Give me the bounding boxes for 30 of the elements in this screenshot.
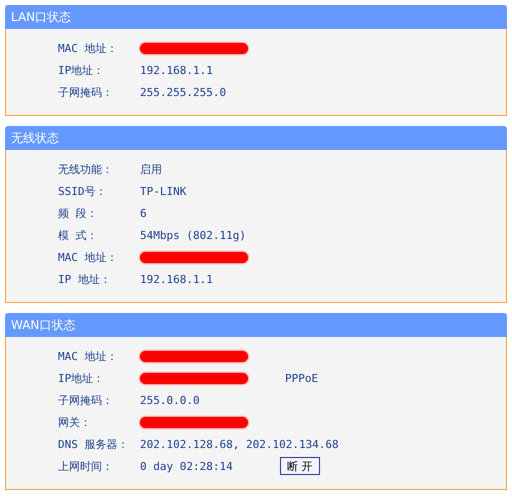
field-value: 6 <box>140 206 147 220</box>
field-value: 202.102.128.68, 202.102.134.68 <box>140 438 339 450</box>
field-label: 网关： <box>58 414 92 430</box>
field-label: 无线功能： <box>58 162 114 176</box>
field-label: MAC 地址： <box>58 348 118 364</box>
field-label: DNS 服务器： <box>58 436 130 452</box>
field-value: 255.255.255.0 <box>140 86 226 98</box>
field-value: 192.168.1.1 <box>140 64 213 76</box>
field-label: SSID号： <box>58 184 108 198</box>
field-label: 频 段： <box>58 206 99 220</box>
field-label: 子网掩码： <box>58 392 114 408</box>
field-value: 0 day 02:28:14 <box>140 460 233 472</box>
field-label: IP 地址： <box>58 272 112 286</box>
panel-title: 无线状态 <box>11 130 59 146</box>
panel-title: WAN口状态 <box>11 316 76 334</box>
field-label: IP地址： <box>58 370 106 386</box>
field-value: 启用 <box>140 162 162 176</box>
field-value: 255.0.0.0 <box>140 394 200 406</box>
field-value: PPPoE <box>285 372 318 384</box>
field-label: MAC 地址： <box>58 250 118 264</box>
panel-title: LAN口状态 <box>11 8 72 26</box>
field-label: 模 式： <box>58 228 99 242</box>
field-value: TP-LINK <box>140 184 186 198</box>
field-label: 上网时间： <box>58 458 114 474</box>
field-value: 54Mbps (802.11g) <box>140 228 246 242</box>
field-label: 子网掩码： <box>58 84 114 100</box>
field-value: 192.168.1.1 <box>140 272 213 286</box>
field-label: IP地址： <box>58 62 106 78</box>
disconnect-button[interactable]: 断 开 <box>280 457 320 475</box>
field-label: MAC 地址： <box>58 40 118 56</box>
